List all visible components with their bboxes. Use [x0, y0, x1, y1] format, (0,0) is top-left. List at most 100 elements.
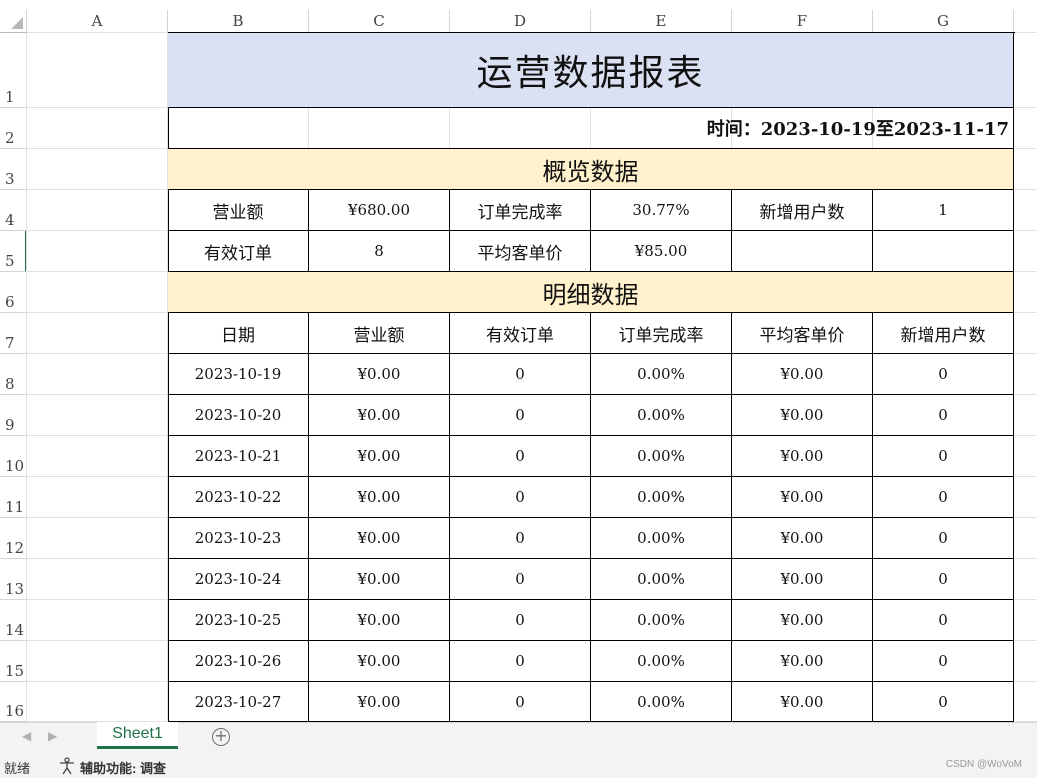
column-header-f[interactable]: F — [732, 10, 873, 33]
detail-cell[interactable]: 0.00% — [591, 682, 732, 722]
row-header-11[interactable]: 11 — [0, 477, 27, 518]
row-header-6[interactable]: 6 — [0, 272, 27, 313]
column-header-e[interactable]: E — [591, 10, 732, 33]
detail-column-header[interactable]: 订单完成率 — [591, 313, 732, 354]
detail-cell[interactable]: 0 — [450, 682, 591, 722]
row-header-14[interactable]: 14 — [0, 600, 27, 641]
detail-cell[interactable]: 0 — [873, 354, 1014, 395]
detail-cell[interactable]: 0.00% — [591, 354, 732, 395]
detail-cell[interactable]: 2023-10-19 — [168, 354, 309, 395]
accessibility-status[interactable]: 辅助功能: 调查 — [80, 758, 166, 777]
row-header-16[interactable]: 16 — [0, 682, 27, 722]
detail-column-header[interactable]: 营业额 — [309, 313, 450, 354]
detail-cell[interactable]: 0 — [873, 395, 1014, 436]
report-period[interactable]: 时间：2023-10-19至2023-11-17 — [168, 108, 1014, 149]
overview-value[interactable]: ¥85.00 — [591, 231, 732, 272]
detail-cell[interactable]: 0 — [450, 641, 591, 682]
detail-cell[interactable]: ¥0.00 — [732, 395, 873, 436]
detail-cell[interactable]: ¥0.00 — [309, 477, 450, 518]
row-header-4[interactable]: 4 — [0, 190, 27, 231]
detail-cell[interactable]: ¥0.00 — [309, 641, 450, 682]
detail-cell[interactable]: ¥0.00 — [732, 477, 873, 518]
detail-cell[interactable]: 2023-10-27 — [168, 682, 309, 722]
detail-cell[interactable]: 0 — [450, 395, 591, 436]
row-header-9[interactable]: 9 — [0, 395, 27, 436]
detail-cell[interactable]: 0 — [873, 518, 1014, 559]
detail-cell[interactable]: 0 — [450, 600, 591, 641]
detail-cell[interactable]: 2023-10-23 — [168, 518, 309, 559]
detail-cell[interactable]: ¥0.00 — [309, 354, 450, 395]
detail-cell[interactable]: 0 — [873, 436, 1014, 477]
detail-cell[interactable]: ¥0.00 — [732, 641, 873, 682]
detail-cell[interactable]: 0 — [873, 477, 1014, 518]
select-all-corner[interactable] — [0, 10, 27, 33]
column-header-c[interactable]: C — [309, 10, 450, 33]
detail-cell[interactable]: 2023-10-22 — [168, 477, 309, 518]
detail-header[interactable]: 明细数据 — [168, 272, 1014, 313]
detail-cell[interactable]: 0.00% — [591, 436, 732, 477]
overview-label[interactable]: 有效订单 — [168, 231, 309, 272]
detail-cell[interactable]: ¥0.00 — [309, 518, 450, 559]
detail-cell[interactable]: 0 — [450, 436, 591, 477]
detail-cell[interactable]: 2023-10-21 — [168, 436, 309, 477]
detail-cell[interactable]: 0.00% — [591, 641, 732, 682]
detail-column-header[interactable]: 日期 — [168, 313, 309, 354]
row-header-3[interactable]: 3 — [0, 149, 27, 190]
overview-label[interactable]: 营业额 — [168, 190, 309, 231]
detail-cell[interactable]: ¥0.00 — [309, 682, 450, 722]
detail-cell[interactable]: 2023-10-24 — [168, 559, 309, 600]
detail-cell[interactable]: ¥0.00 — [732, 518, 873, 559]
row-header-15[interactable]: 15 — [0, 641, 27, 682]
detail-cell[interactable]: 0 — [450, 559, 591, 600]
column-header-b[interactable]: B — [168, 10, 309, 33]
column-header-a[interactable]: A — [27, 10, 168, 33]
detail-cell[interactable]: 0 — [873, 600, 1014, 641]
row-header-2[interactable]: 2 — [0, 108, 27, 149]
detail-cell[interactable]: ¥0.00 — [732, 682, 873, 722]
plus-circle-icon[interactable]: + — [212, 728, 230, 746]
accessibility-icon[interactable] — [58, 757, 76, 775]
overview-value[interactable]: 1 — [873, 190, 1014, 231]
next-sheet-arrow-icon[interactable]: ▶ — [48, 729, 57, 743]
detail-cell[interactable]: 2023-10-20 — [168, 395, 309, 436]
overview-header[interactable]: 概览数据 — [168, 149, 1014, 190]
row-header-5[interactable]: 5 — [0, 231, 27, 272]
overview-label[interactable]: 新增用户数 — [732, 190, 873, 231]
row-header-13[interactable]: 13 — [0, 559, 27, 600]
overview-value[interactable]: 30.77% — [591, 190, 732, 231]
sheet-tab-sheet1[interactable]: Sheet1 — [97, 722, 178, 749]
detail-cell[interactable]: 2023-10-25 — [168, 600, 309, 641]
detail-cell[interactable]: 0 — [873, 682, 1014, 722]
row-header-10[interactable]: 10 — [0, 436, 27, 477]
overview-value[interactable]: 8 — [309, 231, 450, 272]
detail-cell[interactable]: 0 — [450, 354, 591, 395]
overview-value[interactable]: ¥680.00 — [309, 190, 450, 231]
report-title[interactable]: 运营数据报表 — [168, 33, 1014, 108]
overview-label[interactable] — [732, 231, 873, 272]
overview-label[interactable]: 平均客单价 — [450, 231, 591, 272]
detail-cell[interactable]: ¥0.00 — [732, 600, 873, 641]
row-header-1[interactable]: 1 — [0, 33, 27, 108]
detail-column-header[interactable]: 平均客单价 — [732, 313, 873, 354]
column-header-d[interactable]: D — [450, 10, 591, 33]
detail-cell[interactable]: ¥0.00 — [309, 559, 450, 600]
overview-label[interactable]: 订单完成率 — [450, 190, 591, 231]
prev-sheet-arrow-icon[interactable]: ◀ — [22, 729, 31, 743]
row-header-12[interactable]: 12 — [0, 518, 27, 559]
detail-cell[interactable]: 0 — [873, 641, 1014, 682]
detail-cell[interactable]: 2023-10-26 — [168, 641, 309, 682]
row-header-8[interactable]: 8 — [0, 354, 27, 395]
detail-cell[interactable]: 0.00% — [591, 600, 732, 641]
detail-cell[interactable]: 0 — [873, 559, 1014, 600]
detail-cell[interactable]: 0.00% — [591, 518, 732, 559]
detail-cell[interactable]: ¥0.00 — [732, 436, 873, 477]
overview-value[interactable] — [873, 231, 1014, 272]
detail-cell[interactable]: 0.00% — [591, 559, 732, 600]
detail-cell[interactable]: 0.00% — [591, 395, 732, 436]
row-header-7[interactable]: 7 — [0, 313, 27, 354]
detail-cell[interactable]: 0 — [450, 518, 591, 559]
detail-cell[interactable]: 0.00% — [591, 477, 732, 518]
detail-cell[interactable]: ¥0.00 — [309, 436, 450, 477]
detail-cell[interactable]: 0 — [450, 477, 591, 518]
detail-column-header[interactable]: 有效订单 — [450, 313, 591, 354]
